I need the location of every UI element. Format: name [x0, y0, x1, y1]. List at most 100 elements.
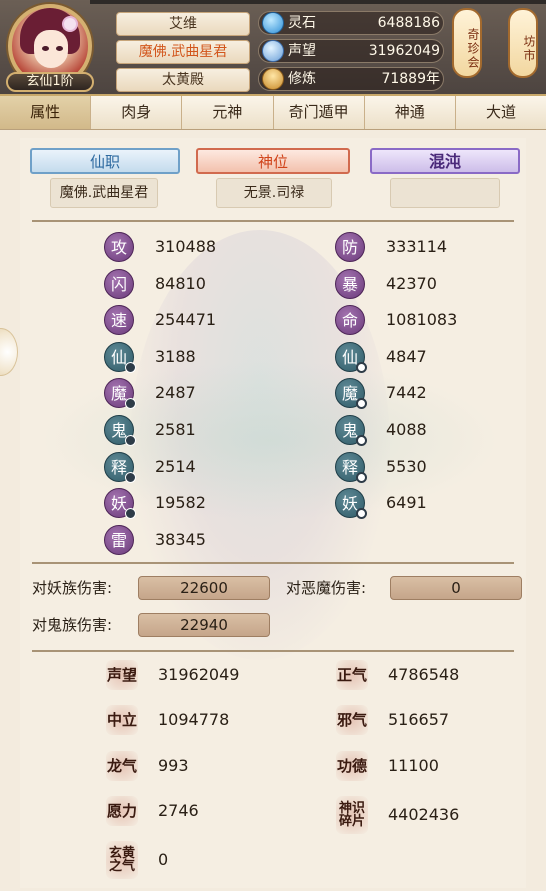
tab-attributes[interactable]: 属性 [0, 96, 92, 129]
stat-icon[interactable]: 魔 [335, 378, 367, 409]
stat-value: 19582 [155, 493, 206, 512]
ring-marker-icon [356, 435, 367, 446]
stat-icon[interactable]: 仙 [335, 342, 367, 373]
attribute-value: 4786548 [388, 665, 460, 684]
stat-value: 254471 [155, 310, 217, 329]
tab-spirit[interactable]: 元神 [182, 96, 274, 129]
divine-rank-label: 神位 [196, 148, 350, 174]
stat-value: 6491 [386, 493, 427, 512]
official-post-label: 仙职 [30, 148, 180, 174]
attribute-seal-icon[interactable]: 邪气 [336, 705, 368, 735]
stat-icon[interactable]: 防 [335, 232, 365, 262]
ring-marker-icon [356, 362, 367, 373]
attribute-seal-icon[interactable]: 龙气 [106, 751, 138, 781]
stat-value: 84810 [155, 274, 206, 293]
tab-bar: 属性 肉身 元神 奇门遁甲 神通 大道 [0, 96, 546, 130]
stat-icon[interactable]: 妖 [104, 488, 136, 519]
damage-vs-ghost-label: 对鬼族伤害: [32, 616, 113, 634]
stat-icon[interactable]: 鬼 [104, 415, 136, 446]
spirit-stone-label: 灵石 [288, 15, 316, 31]
stat-icon-glyph: 雷 [110, 531, 127, 550]
stat-icon-glyph: 速 [110, 311, 127, 330]
attribute-value: 0 [158, 850, 169, 869]
ring-marker-icon [356, 508, 367, 519]
stat-value: 4088 [386, 420, 427, 439]
stat-icon[interactable]: 释 [104, 452, 136, 483]
damage-vs-demon-clan-label: 对妖族伤害: [32, 579, 113, 597]
attribute-value: 1094778 [158, 710, 230, 729]
tab-qimen[interactable]: 奇门遁甲 [273, 96, 365, 129]
attribute-seal-icon[interactable]: 神识碎片 [336, 796, 368, 834]
attribute-seal-icon[interactable]: 功德 [336, 751, 368, 781]
attribute-value: 11100 [388, 756, 439, 775]
stat-icon[interactable]: 释 [335, 452, 367, 483]
damage-vs-ghost-value: 22940 [138, 613, 270, 637]
attribute-value: 993 [158, 756, 189, 775]
stat-icon-glyph: 攻 [110, 238, 127, 257]
attribute-value: 4402436 [388, 805, 460, 824]
rank-badge: 玄仙1阶 [6, 72, 94, 92]
stat-value: 1081083 [386, 310, 458, 329]
info-marker-icon [125, 508, 136, 519]
info-marker-icon [125, 398, 136, 409]
treasure-fair-button[interactable]: 奇珍会 [452, 8, 482, 78]
stat-icon[interactable]: 魔 [104, 378, 136, 409]
player-name: 艾维 [116, 12, 250, 36]
chaos-value [390, 178, 500, 208]
divider [32, 562, 514, 564]
damage-vs-devil-value: 0 [390, 576, 522, 600]
attribute-seal-icon[interactable]: 中立 [106, 705, 138, 735]
attribute-seal-icon[interactable]: 玄黄之气 [106, 841, 138, 879]
stat-icon[interactable]: 闪 [104, 269, 134, 299]
hair-flower-icon [62, 16, 78, 32]
stat-value: 38345 [155, 530, 206, 549]
divider [32, 220, 514, 222]
reputation-value: 31962049 [368, 43, 440, 59]
spirit-stone-value: 6488186 [377, 15, 440, 31]
attribute-seal-icon[interactable]: 愿力 [106, 796, 138, 826]
stat-value: 42370 [386, 274, 437, 293]
info-marker-icon [125, 435, 136, 446]
side-drawer-handle[interactable] [0, 328, 18, 376]
damage-vs-demon-clan-value: 22600 [138, 576, 270, 600]
tab-body[interactable]: 肉身 [91, 96, 183, 129]
tab-dao[interactable]: 大道 [455, 96, 546, 129]
stat-value: 5530 [386, 457, 427, 476]
reputation-label: 声望 [288, 43, 316, 59]
stat-icon[interactable]: 暴 [335, 269, 365, 299]
stat-icon[interactable]: 速 [104, 305, 134, 335]
player-title: 魔佛.武曲星君 [116, 40, 250, 64]
ring-marker-icon [356, 472, 367, 483]
attribute-value: 2746 [158, 801, 199, 820]
stat-value: 3188 [155, 347, 196, 366]
stat-icon[interactable]: 仙 [104, 342, 136, 373]
attribute-seal-icon[interactable]: 声望 [106, 660, 138, 690]
attribute-value: 31962049 [158, 665, 240, 684]
stat-icon[interactable]: 命 [335, 305, 365, 335]
stat-icon[interactable]: 雷 [104, 525, 134, 555]
info-marker-icon [125, 472, 136, 483]
avatar-eye [56, 46, 63, 51]
stat-value: 2487 [155, 383, 196, 402]
stat-value: 4847 [386, 347, 427, 366]
damage-vs-devil-label: 对恶魔伤害: [286, 579, 367, 597]
info-marker-icon [125, 362, 136, 373]
tab-powers[interactable]: 神通 [364, 96, 456, 129]
player-header: 玄仙1阶 艾维 魔佛.武曲星君 太黄殿 灵石 6488186 声望 319620… [0, 0, 546, 96]
stat-icon[interactable]: 攻 [104, 232, 134, 262]
cultivation-value: 71889年 [381, 71, 440, 87]
stat-value: 2581 [155, 420, 196, 439]
stat-icon[interactable]: 鬼 [335, 415, 367, 446]
stat-icon[interactable]: 妖 [335, 488, 367, 519]
cultivation-label: 修炼 [288, 71, 316, 87]
attribute-seal-icon[interactable]: 正气 [336, 660, 368, 690]
stat-icon-glyph: 暴 [341, 275, 358, 294]
spirit-stone-icon [262, 12, 284, 34]
header-top-strip [90, 0, 546, 4]
attribute-value: 516657 [388, 710, 450, 729]
stat-icon-glyph: 闪 [110, 275, 127, 294]
market-button[interactable]: 坊市 [508, 8, 538, 78]
ring-marker-icon [356, 398, 367, 409]
chaos-label: 混沌 [370, 148, 520, 174]
divine-rank-value: 无景.司禄 [216, 178, 332, 208]
